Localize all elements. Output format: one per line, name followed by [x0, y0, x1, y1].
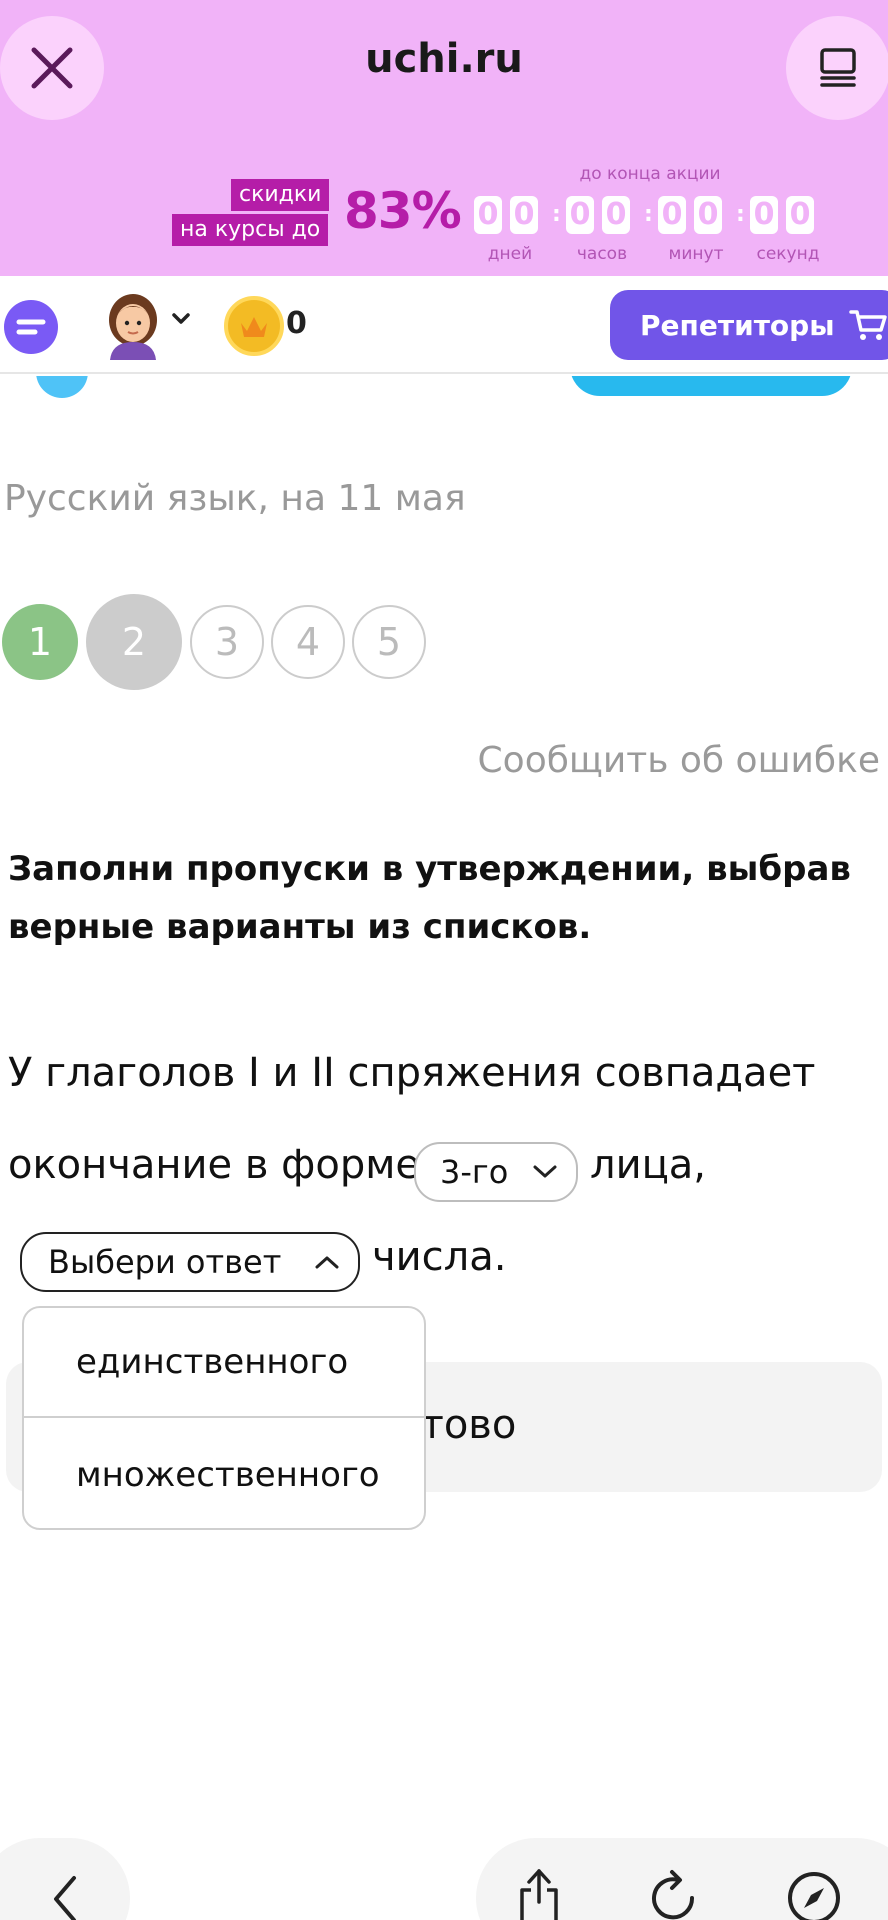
chat-button[interactable]	[4, 300, 58, 354]
timer-unit-minutes: минут	[668, 244, 724, 264]
promo-percent: 83%	[344, 182, 462, 240]
timer-unit-seconds: секунд	[756, 244, 820, 264]
timer-digit: 0	[786, 196, 814, 234]
dropdown-option-singular[interactable]: единственного	[24, 1308, 424, 1418]
tabs-button[interactable]	[786, 16, 888, 120]
task-sentence-line3-suffix: числа.	[372, 1234, 507, 1280]
lesson-title: Русский язык, на 11 мая	[4, 478, 466, 519]
tabs-icon	[820, 48, 856, 87]
step-5[interactable]: 5	[352, 605, 426, 679]
person-select[interactable]: 3-го	[414, 1142, 578, 1202]
timer-digit: 0	[474, 196, 502, 234]
top-up-button[interactable]	[570, 376, 852, 396]
back-icon	[54, 1876, 76, 1920]
tutors-button[interactable]: Репетиторы	[610, 290, 888, 360]
step-1[interactable]: 1	[2, 604, 78, 680]
back-button[interactable]	[0, 1838, 130, 1920]
site-title: uchi.ru	[365, 36, 523, 82]
chevron-down-icon[interactable]	[170, 308, 192, 330]
app-toolbar: 0 Репетиторы	[0, 276, 888, 374]
avatar[interactable]	[102, 290, 164, 360]
timer-unit-days: дней	[487, 244, 533, 264]
cart-icon	[848, 310, 887, 340]
timer-digit: 0	[658, 196, 686, 234]
chat-icon	[16, 319, 46, 335]
promo-tag-line1: скидки	[231, 179, 330, 211]
task-sentence-line2-suffix: лица,	[590, 1142, 707, 1188]
promo-tag-line2: на курсы до	[172, 214, 329, 246]
share-icon[interactable]	[516, 1866, 562, 1920]
coin-count: 0	[286, 306, 307, 341]
promo-banner: uchi.ru скидки на курсы до 83% до конца …	[0, 0, 888, 276]
task-instruction: Заполни пропуски в утверждении, выбрав в…	[8, 849, 851, 947]
number-dropdown: единственного множественного	[22, 1306, 426, 1530]
step-4[interactable]: 4	[271, 605, 345, 679]
balance-icon	[36, 376, 88, 398]
browser-actions	[476, 1838, 888, 1920]
chevron-down-icon	[533, 1165, 557, 1178]
timer-digit: 0	[694, 196, 722, 234]
timer-separator: :	[552, 202, 561, 227]
timer-separator: :	[736, 202, 745, 227]
timer-digit: 0	[566, 196, 594, 234]
dropdown-option-plural[interactable]: множественного	[24, 1420, 424, 1530]
number-select[interactable]: Выбери ответ	[20, 1232, 360, 1292]
reload-icon[interactable]	[648, 1868, 700, 1920]
compass-icon[interactable]	[786, 1870, 842, 1920]
timer-digit: 0	[602, 196, 630, 234]
task-sentence-line2-prefix: окончание в форме	[8, 1142, 421, 1188]
timer-caption: до конца акции	[579, 164, 721, 184]
person-select-value: 3-го	[440, 1153, 509, 1191]
step-3[interactable]: 3	[190, 605, 264, 679]
step-2[interactable]: 2	[86, 594, 182, 690]
scrolled-balance-row	[0, 376, 888, 402]
timer-digit: 0	[510, 196, 538, 234]
tutors-button-label: Репетиторы	[640, 308, 835, 342]
timer-digit: 0	[750, 196, 778, 234]
task-sentence-line1: У глаголов I и II спряжения совпадает	[8, 1050, 816, 1096]
crown-icon	[241, 317, 267, 337]
chevron-up-icon	[315, 1256, 339, 1269]
number-select-placeholder: Выбери ответ	[48, 1243, 282, 1281]
report-error-link[interactable]: Сообщить об ошибке	[478, 740, 880, 781]
timer-separator: :	[644, 202, 653, 227]
timer-unit-hours: часов	[576, 244, 628, 264]
coin-icon	[224, 296, 284, 356]
